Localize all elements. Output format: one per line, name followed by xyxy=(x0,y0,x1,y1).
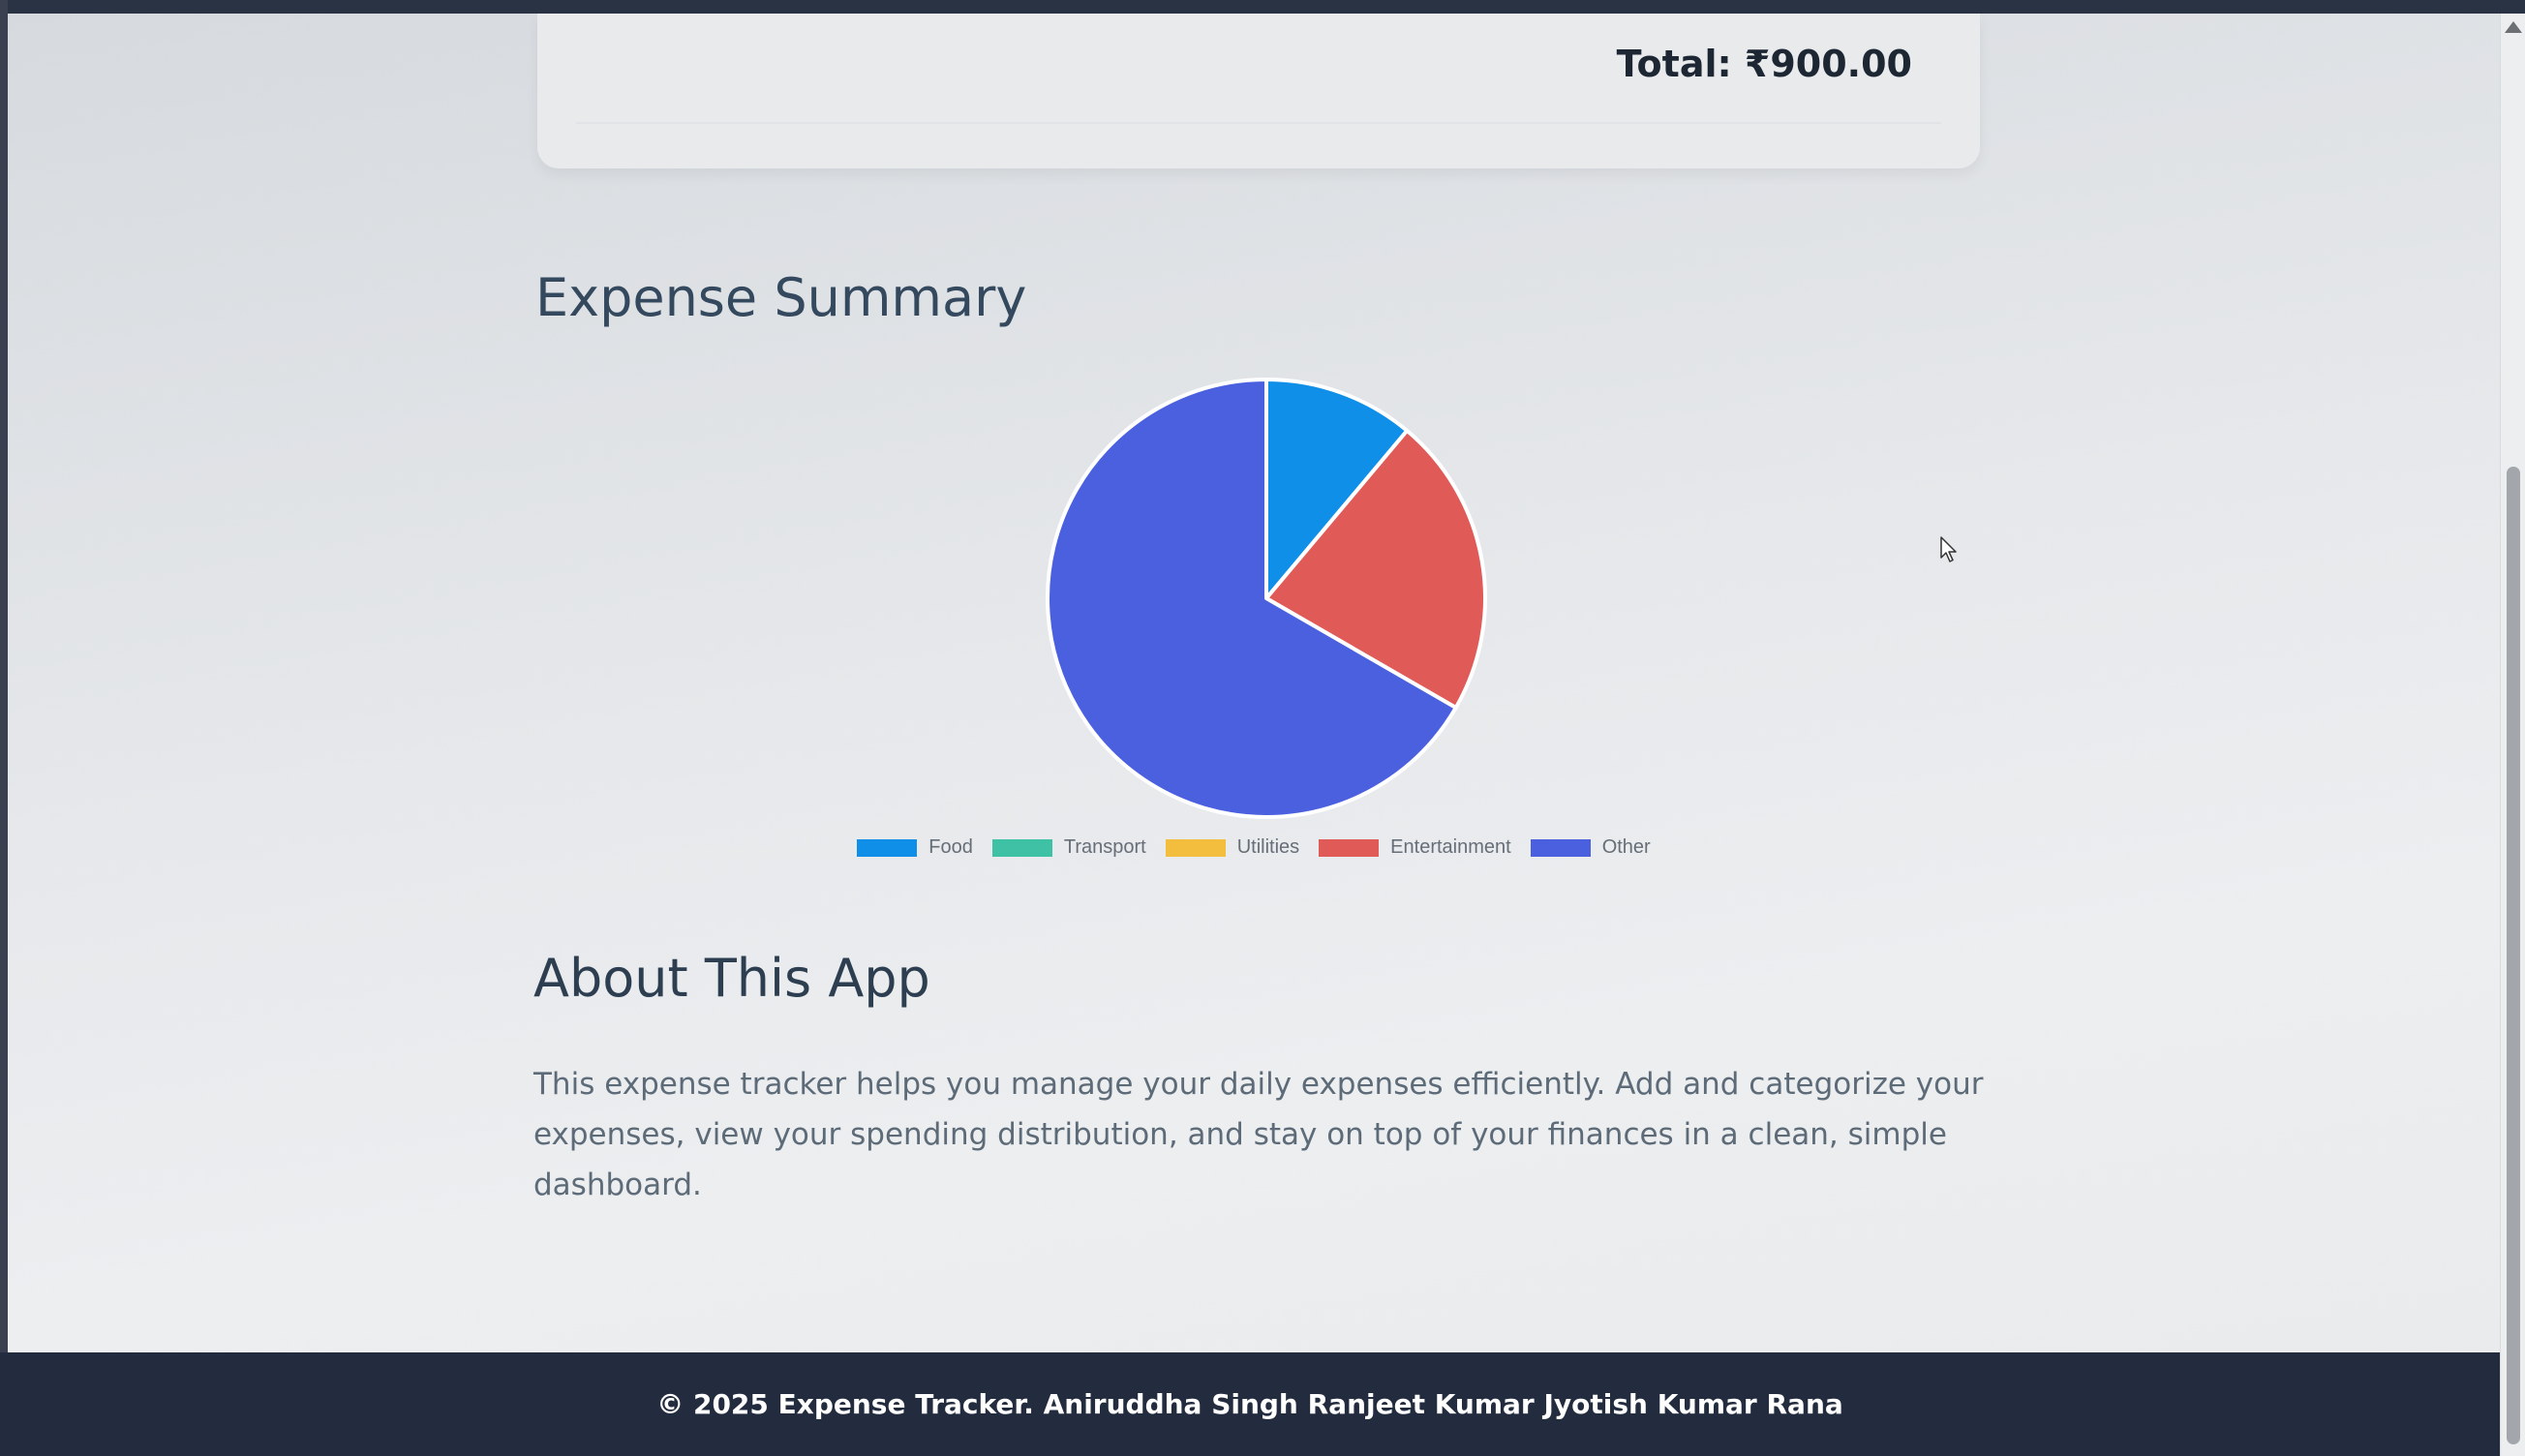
triangle-up-icon[interactable] xyxy=(2505,21,2522,33)
legend-swatch xyxy=(1165,838,1226,857)
page-content: Total: ₹900.00 Expense Summary Food Trans… xyxy=(8,14,2500,1352)
legend-swatch xyxy=(1319,838,1380,857)
legend-swatch xyxy=(991,838,1052,857)
legend-label: Transport xyxy=(1063,836,1146,858)
legend-item-utilities[interactable]: Utilities xyxy=(1165,836,1300,859)
page-footer: © 2025 Expense Tracker. Aniruddha Singh … xyxy=(0,1352,2500,1456)
legend-item-transport[interactable]: Transport xyxy=(991,836,1146,859)
legend-label: Other xyxy=(1601,836,1651,858)
about-title: About This App xyxy=(533,948,930,1009)
total-row: Total: ₹900.00 xyxy=(576,14,1941,124)
vertical-scrollbar[interactable] xyxy=(2500,14,2525,1456)
arrow-pointer-icon xyxy=(1940,536,1957,562)
expense-pie-chart[interactable] xyxy=(1034,366,1499,831)
legend-label: Utilities xyxy=(1236,836,1300,858)
screen-left-bezel xyxy=(0,0,8,1456)
legend-item-other[interactable]: Other xyxy=(1530,836,1651,859)
legend-item-entertainment[interactable]: Entertainment xyxy=(1319,836,1511,859)
legend-item-food[interactable]: Food xyxy=(857,836,973,859)
expense-summary-title: Expense Summary xyxy=(535,267,1027,328)
legend-label: Food xyxy=(928,836,973,858)
expense-list-card: Total: ₹900.00 xyxy=(537,14,1980,168)
legend-swatch xyxy=(857,838,918,857)
legend-label: Entertainment xyxy=(1390,836,1511,858)
footer-copyright: © 2025 Expense Tracker. Aniruddha Singh … xyxy=(656,1388,1843,1420)
legend-swatch xyxy=(1530,838,1591,857)
chart-legend: Food Transport Utilities Entertainment Other xyxy=(8,836,2500,859)
screen-top-bezel xyxy=(0,0,2525,14)
about-description: This expense tracker helps you manage yo… xyxy=(533,1067,1984,1202)
total-amount: Total: ₹900.00 xyxy=(1616,43,1912,85)
scrollbar-thumb[interactable] xyxy=(2507,467,2520,1444)
